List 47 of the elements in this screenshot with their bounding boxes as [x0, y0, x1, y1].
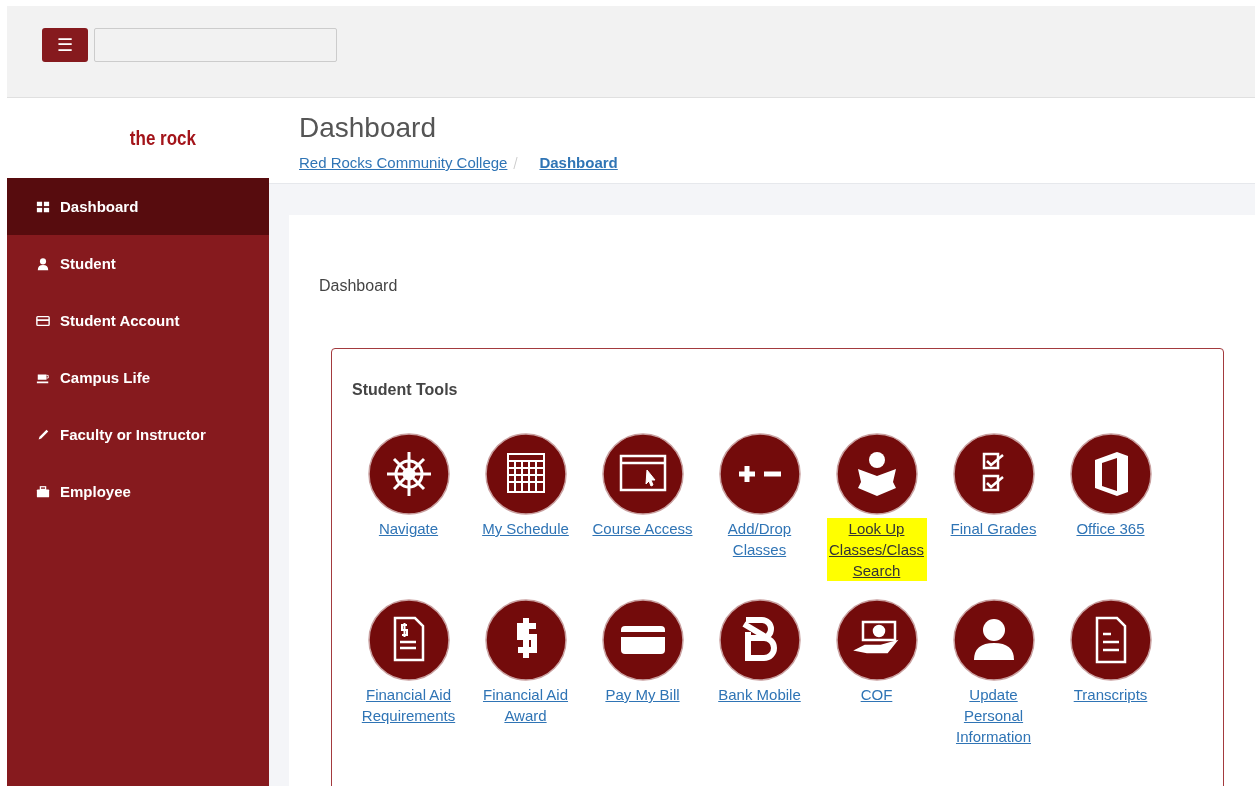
panel-title: Student Tools: [352, 381, 459, 399]
sidebar-item[interactable]: Student: [7, 235, 269, 292]
card-icon: [36, 313, 50, 328]
calendar-icon[interactable]: [483, 432, 568, 516]
pencil-icon: [36, 427, 50, 442]
tool-link[interactable]: Add/Drop Classes: [706, 518, 813, 560]
page-title: Dashboard: [299, 112, 437, 144]
tool-link[interactable]: COF: [823, 684, 930, 705]
money-hand-icon[interactable]: [834, 598, 919, 682]
tool-link[interactable]: Pay My Bill: [589, 684, 696, 705]
sidebar-item[interactable]: Campus Life: [7, 349, 269, 406]
checklist-icon[interactable]: [951, 432, 1036, 516]
ship-wheel-icon[interactable]: [366, 432, 451, 516]
user-icon[interactable]: [951, 598, 1036, 682]
document-icon[interactable]: [1068, 598, 1153, 682]
tool-link[interactable]: Look Up Classes/Class Search: [826, 518, 927, 581]
tool-link[interactable]: Update Personal Information: [940, 684, 1047, 747]
sidebar-item[interactable]: Student Account: [7, 292, 269, 349]
tool-link[interactable]: Transcripts: [1057, 684, 1164, 705]
search-field[interactable]: [94, 27, 337, 62]
plus-minus-icon[interactable]: [717, 432, 802, 516]
person-icon: [36, 256, 50, 271]
credit-card-icon[interactable]: [600, 598, 685, 682]
section-label: Dashboard: [319, 277, 399, 295]
tool-link[interactable]: Bank Mobile: [706, 684, 813, 705]
grid-icon: [36, 199, 50, 214]
briefcase-icon: [36, 484, 50, 499]
breadcrumb-link[interactable]: Red Rocks Community College: [299, 154, 508, 171]
tool-link[interactable]: Final Grades: [940, 518, 1047, 539]
sidebar-item[interactable]: Faculty or Instructor: [7, 406, 269, 463]
letter-b-icon[interactable]: [717, 598, 802, 682]
browser-window-icon[interactable]: [600, 432, 685, 516]
tool-link[interactable]: My Schedule: [472, 518, 579, 539]
office-icon[interactable]: [1068, 432, 1153, 516]
dollar-icon[interactable]: [483, 598, 568, 682]
sidebar-item[interactable]: Dashboard: [7, 178, 269, 235]
sidebar-item[interactable]: Employee: [7, 463, 269, 520]
dollar-document-icon[interactable]: [366, 598, 451, 682]
menu-button[interactable]: ☰: [42, 27, 88, 62]
reader-icon[interactable]: [834, 432, 919, 516]
tool-link[interactable]: Course Access: [589, 518, 696, 539]
tool-link[interactable]: Financial Aid Requirements: [355, 684, 462, 726]
logo: the rock: [129, 126, 197, 150]
tool-link[interactable]: Financial Aid Award: [472, 684, 579, 726]
tool-link[interactable]: Office 365: [1057, 518, 1164, 539]
breadcrumb-link[interactable]: Dashboard: [539, 154, 618, 171]
tool-link[interactable]: Navigate: [355, 518, 462, 539]
